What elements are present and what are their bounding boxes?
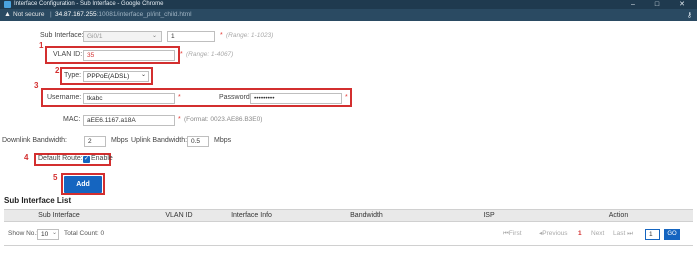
last-page-icon: ⏭ [627,230,633,237]
first-label: First [508,230,522,237]
vlan-id-input[interactable]: 35 [83,50,175,61]
mac-format-hint: (Format: 0023.AE86.B3E0) [184,116,263,123]
pager-next[interactable]: Next [591,229,604,239]
password-label: Password: [219,94,252,101]
column-header: Action [608,212,629,219]
password-input[interactable]: ••••••••• [250,93,342,104]
pager-previous[interactable]: ◂Previous [539,229,568,239]
annotation-label-4: 4 [24,153,29,162]
annotation-label-2: 2 [55,66,60,75]
column-header: Bandwidth [350,212,383,219]
sub-interface-select[interactable]: Gi0/1 [83,31,162,42]
last-label: Last [613,230,626,237]
mac-label: MAC: [63,116,81,123]
type-label: Type: [64,72,82,79]
downlink-unit: Mbps [111,137,129,144]
sub-interface-range-hint: (Range: 1-1023) [226,32,274,39]
username-input[interactable]: tkabc [83,93,175,104]
window-title: Interface Configuration - Sub Interface … [14,1,164,7]
add-button[interactable]: Add [64,176,102,193]
go-button[interactable]: GO [664,229,680,240]
window-titlebar: Interface Configuration - Sub Interface … [0,0,697,9]
downlink-bandwidth-label: Downlink Bandwidth: [2,137,67,144]
page-number-input[interactable]: 1 [645,229,660,240]
downlink-bandwidth-input[interactable]: 2 [84,136,106,147]
chevron-down-icon: ⌄ [52,230,58,236]
show-no-label: Show No.: [8,230,38,237]
uplink-bandwidth-input[interactable]: 0.5 [187,136,209,147]
default-route-label: Default Route: [38,155,83,162]
minimize-button[interactable]: – [626,0,640,9]
vlan-id-label: VLAN ID: [53,51,83,58]
required-marker: * [220,32,223,39]
uplink-unit: Mbps [214,137,232,144]
pager-first[interactable]: ⏮First [503,229,522,239]
default-route-enable-label[interactable]: Enable [91,154,113,164]
username-label: Username: [47,94,82,101]
pager-last[interactable]: Last ⏭ [613,229,633,239]
address-bar[interactable]: ▲ Not secure | 34.87.167.255:10081/inter… [0,9,697,21]
required-marker: * [345,94,348,101]
close-button[interactable]: ✕ [675,0,689,9]
pager-current[interactable]: 1 [578,229,582,239]
column-header: Sub Interface [38,212,80,219]
app-icon [4,1,11,8]
annotation-label-1: 1 [39,41,44,50]
mac-input[interactable]: aEE6.1167.a18A [83,115,175,126]
url-host: 34.87.167.255 [55,11,97,18]
maximize-button[interactable]: □ [650,0,664,9]
chevron-down-icon: ⌄ [141,72,147,78]
total-count: Total Count: 0 [64,230,105,237]
type-select[interactable]: PPPoE(ADSL) [83,71,149,82]
url-path: :10081/interface_pl/int_child.html [96,11,192,18]
uplink-bandwidth-label: Uplink Bandwidth: [131,137,188,144]
column-header: Interface Info [231,212,272,219]
security-status[interactable]: Not secure [13,11,44,19]
table-header: Sub Interface VLAN ID Interface Info Ban… [4,209,693,222]
sub-interface-label: Sub Interface: [40,32,84,39]
key-icon[interactable]: ⚷ [687,11,692,19]
annotation-label-3: 3 [34,81,39,90]
warning-icon: ▲ [4,11,11,18]
required-marker: * [180,51,183,58]
previous-label: Previous [542,230,568,237]
table-footer [4,224,693,246]
url-text[interactable]: 34.87.167.255:10081/interface_pl/int_chi… [55,11,192,19]
chevron-down-icon: ⌄ [152,33,158,39]
vlan-id-range-hint: (Range: 1-4067) [186,51,234,58]
required-marker: * [178,94,181,101]
sub-interface-number-input[interactable]: 1 [167,31,215,42]
required-marker: * [178,116,181,123]
column-header: ISP [483,212,495,219]
address-separator: | [50,11,52,18]
annotation-label-5: 5 [53,173,58,182]
sub-interface-list-title: Sub Interface List [4,196,72,205]
default-route-checkbox[interactable]: ✓ [83,156,90,163]
